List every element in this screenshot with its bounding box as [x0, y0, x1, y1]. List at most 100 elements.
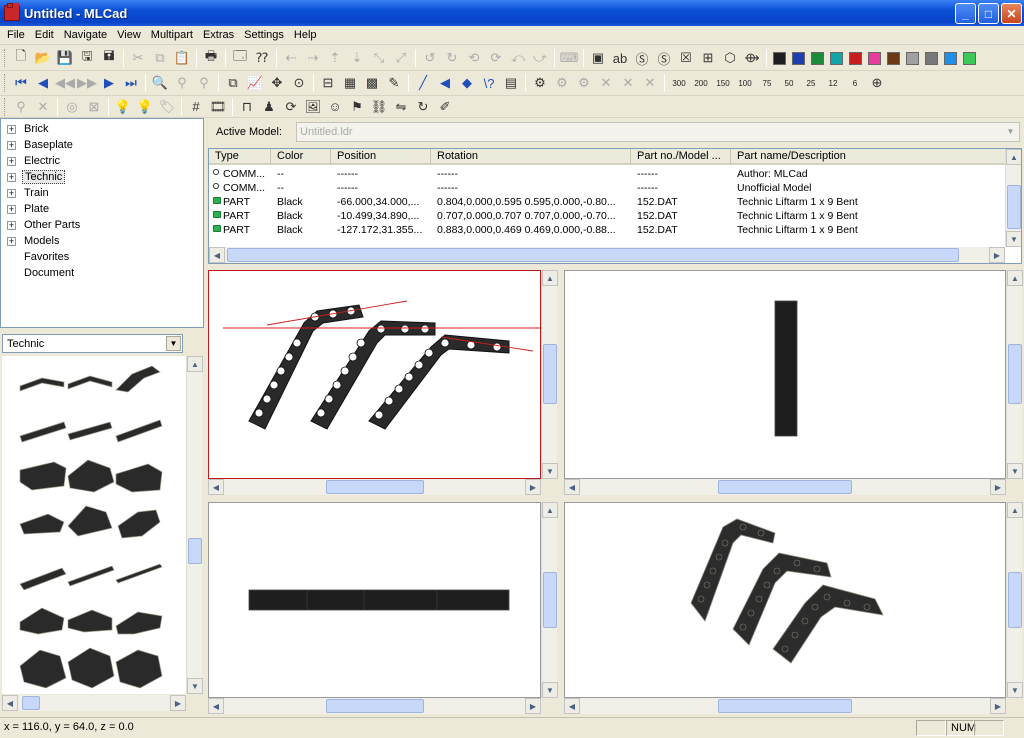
color-swatch-red[interactable] — [849, 51, 862, 65]
tree-item-baseplate[interactable]: + Baseplate — [7, 137, 75, 153]
color-swatch-blue[interactable] — [792, 51, 805, 65]
scroll-down-icon[interactable]: ▼ — [1006, 231, 1021, 247]
column-part-name[interactable]: Part name/Description — [731, 149, 1007, 165]
copy-icon[interactable]: ⧉ — [149, 47, 171, 69]
prev-step-icon[interactable]: ◀ — [32, 72, 54, 94]
move-left-icon[interactable]: ⇠ — [280, 47, 302, 69]
hose-generator-icon[interactable]: ✕ — [617, 72, 639, 94]
model-line-list[interactable]: Type Color Position Rotation Part no./Mo… — [208, 148, 1022, 264]
scroll-up-icon[interactable]: ▲ — [1006, 149, 1021, 165]
context-help-icon[interactable]: ⁇ — [251, 47, 273, 69]
scroll-thumb[interactable] — [188, 538, 202, 564]
color-swatch-pink[interactable] — [868, 51, 881, 65]
camera-icon[interactable]: 🎞 — [207, 96, 229, 117]
image-icon[interactable]: 🖼 — [302, 96, 324, 117]
column-rotation[interactable]: Rotation — [431, 149, 631, 165]
scroll-left-icon[interactable]: ◀ — [208, 479, 224, 495]
save-icon[interactable]: 💾 — [54, 47, 76, 69]
scroll-thumb[interactable] — [227, 248, 959, 262]
scroll-up-icon[interactable]: ▲ — [187, 356, 203, 372]
refresh-icon[interactable]: ↻ — [412, 96, 434, 117]
cut-icon[interactable]: ✂ — [127, 47, 149, 69]
zoom-6-button[interactable]: 6 — [844, 72, 866, 94]
flex-generator-icon[interactable]: ⚙ — [551, 72, 573, 94]
active-model-select[interactable]: Untitled.ldr ▼ — [296, 122, 1020, 142]
zoom-100-button[interactable]: 100 — [734, 72, 756, 94]
list-vscrollbar[interactable]: ▲ ▼ — [1005, 149, 1021, 247]
close-button[interactable]: ✕ — [1001, 3, 1022, 24]
open-folder-icon[interactable]: 📂 — [32, 47, 54, 69]
scroll-left-icon[interactable]: ◀ — [2, 695, 18, 711]
list-row[interactable]: COMM... -- ------ ------ ------ Author: … — [209, 167, 1009, 181]
title-bar[interactable]: Untitled - MLCad _ □ ✕ — [0, 0, 1024, 26]
scroll-thumb[interactable] — [1008, 344, 1022, 404]
tree-item-document[interactable]: Document — [7, 265, 76, 281]
find-icon[interactable]: 🔍 — [149, 72, 171, 94]
hash-grid-icon[interactable]: # — [185, 96, 207, 117]
bulb-icon[interactable]: 💡 — [112, 96, 134, 117]
insert-part-icon[interactable]: ▣ — [587, 47, 609, 69]
insert-ghost-icon[interactable]: ⬡ — [719, 47, 741, 69]
scroll-thumb[interactable] — [718, 699, 852, 713]
zoom-300-button[interactable]: 300 — [668, 72, 690, 94]
rotate-z-pos-icon[interactable]: ⤻ — [529, 47, 551, 69]
zoom-fit-icon[interactable]: ⊙ — [288, 72, 310, 94]
color-swatch-brown[interactable] — [887, 51, 900, 65]
scroll-left-icon[interactable]: ◀ — [208, 698, 224, 714]
paste-icon[interactable]: 📋 — [171, 47, 193, 69]
rotate-x-pos-icon[interactable]: ↻ — [441, 47, 463, 69]
list-hscrollbar[interactable]: ◀ ▶ — [209, 247, 1005, 263]
color-swatch-green[interactable] — [811, 51, 824, 65]
viewport-front-hscrollbar[interactable]: ◀ ▶ — [208, 479, 541, 495]
tree-item-brick[interactable]: + Brick — [7, 121, 50, 137]
tag-icon[interactable]: 🏷 — [156, 96, 178, 117]
insert-clear-icon[interactable]: ☒ — [675, 47, 697, 69]
rotate-y-neg-icon[interactable]: ⟲ — [463, 47, 485, 69]
viewport-top-hscrollbar[interactable]: ◀ ▶ — [208, 698, 541, 714]
scroll-thumb[interactable] — [543, 572, 557, 628]
triangle-tool-icon[interactable]: ◀ — [434, 72, 456, 94]
part-category-tree[interactable]: + Brick + Baseplate + Electric + Technic + Tr… — [0, 118, 204, 328]
link-icon[interactable]: ⛓ — [368, 96, 390, 117]
keyboard-icon[interactable]: ⌨ — [558, 47, 580, 69]
dropdown-arrow-icon[interactable]: ▼ — [1003, 124, 1018, 140]
rotate-y-pos-icon[interactable]: ⟳ — [485, 47, 507, 69]
list-row[interactable]: PART Black -10.499,34.890,... 0.707,0.00… — [209, 209, 1009, 223]
scroll-thumb[interactable] — [326, 699, 424, 713]
pan-icon[interactable]: ✥ — [266, 72, 288, 94]
last-step-icon[interactable]: ⏭ — [120, 72, 142, 94]
color-swatch-light-blue[interactable] — [944, 51, 957, 65]
graph-icon[interactable]: 📈 — [244, 72, 266, 94]
zoom-50-button[interactable]: 50 — [778, 72, 800, 94]
category-select[interactable]: Technic ▼ — [2, 334, 183, 353]
minimize-button[interactable]: _ — [955, 3, 976, 24]
rotate-x-neg-icon[interactable]: ↺ — [419, 47, 441, 69]
find-next-icon[interactable]: ⚲ — [171, 72, 193, 94]
band-generator-icon[interactable]: ✕ — [595, 72, 617, 94]
menu-view[interactable]: View — [112, 26, 146, 45]
viewport-top-vscrollbar[interactable]: ▲ ▼ — [541, 502, 558, 698]
zoom-lens-icon[interactable]: ⚲ — [10, 96, 32, 117]
viewport-side-vscrollbar[interactable]: ▲ ▼ — [1006, 270, 1023, 479]
scroll-down-icon[interactable]: ▼ — [187, 678, 203, 694]
scroll-down-icon[interactable]: ▼ — [1007, 682, 1023, 698]
properties-icon[interactable]: 🗔 — [229, 47, 251, 69]
menu-navigate[interactable]: Navigate — [59, 26, 112, 45]
mirror-icon[interactable]: ⇋ — [390, 96, 412, 117]
viewport-front[interactable] — [208, 270, 541, 479]
move-z-neg-icon[interactable]: ⤡ — [368, 47, 390, 69]
insert-step-icon[interactable]: Ⓢ — [631, 47, 653, 69]
new-file-icon[interactable]: 🗋 — [10, 47, 32, 69]
scroll-up-icon[interactable]: ▲ — [1007, 270, 1023, 286]
color-swatch-dark-gray[interactable] — [925, 51, 938, 65]
generator-icon[interactable]: ⚙ — [529, 72, 551, 94]
menu-file[interactable]: File — [2, 26, 30, 45]
scroll-right-icon[interactable]: ▶ — [990, 479, 1006, 495]
next-step-icon[interactable]: ▶ — [98, 72, 120, 94]
comment-icon[interactable]: ▤ — [500, 72, 522, 94]
flag-icon[interactable]: ⚑ — [346, 96, 368, 117]
color-swatch-light-gray[interactable] — [906, 51, 919, 65]
move-down-icon[interactable]: ⇣ — [346, 47, 368, 69]
wire-generator-icon[interactable]: ✕ — [639, 72, 661, 94]
zoom-12-button[interactable]: 12 — [822, 72, 844, 94]
